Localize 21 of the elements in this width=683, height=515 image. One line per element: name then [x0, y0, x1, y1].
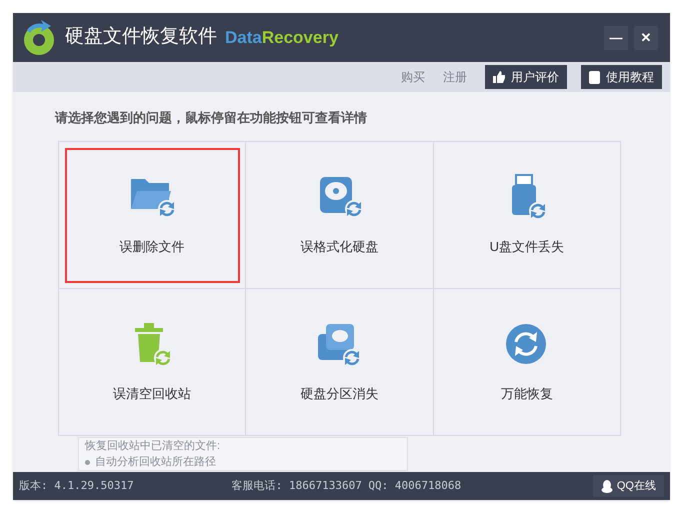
- tutorial-button[interactable]: 使用教程: [581, 65, 662, 89]
- prompt-text: 请选择您遇到的问题，鼠标停留在功能按钮可查看详情: [55, 109, 368, 127]
- close-button[interactable]: ✕: [634, 26, 658, 50]
- version-text: 版本: 4.1.29.50317: [19, 478, 134, 494]
- problem-card[interactable]: 误删除文件: [59, 142, 246, 288]
- contact-text: 客服电话: 18667133607 QQ: 4006718068: [232, 478, 462, 494]
- problem-card[interactable]: 误格式化硬盘: [246, 142, 434, 288]
- brand-name: DataRecovery: [225, 26, 338, 49]
- qq-online-button[interactable]: QQ在线: [592, 475, 664, 497]
- app-logo-icon: [21, 20, 57, 56]
- bullet-icon: [85, 460, 90, 465]
- problem-card[interactable]: U盘文件丢失: [434, 142, 621, 288]
- problem-card[interactable]: 硬盘分区消失: [246, 288, 434, 436]
- review-button[interactable]: 用户评价: [485, 65, 567, 89]
- minimize-button[interactable]: —: [604, 26, 628, 50]
- tooltip-bullet: 自动分析回收站所在路径: [95, 455, 216, 470]
- thumbs-up-icon: [493, 71, 505, 83]
- problem-card[interactable]: 误清空回收站: [59, 288, 246, 436]
- problem-card[interactable]: 万能恢复: [434, 288, 621, 436]
- window-title: 硬盘文件恢复软件: [65, 25, 217, 50]
- tooltip-title: 恢复回收站中已清空的文件:: [85, 439, 222, 454]
